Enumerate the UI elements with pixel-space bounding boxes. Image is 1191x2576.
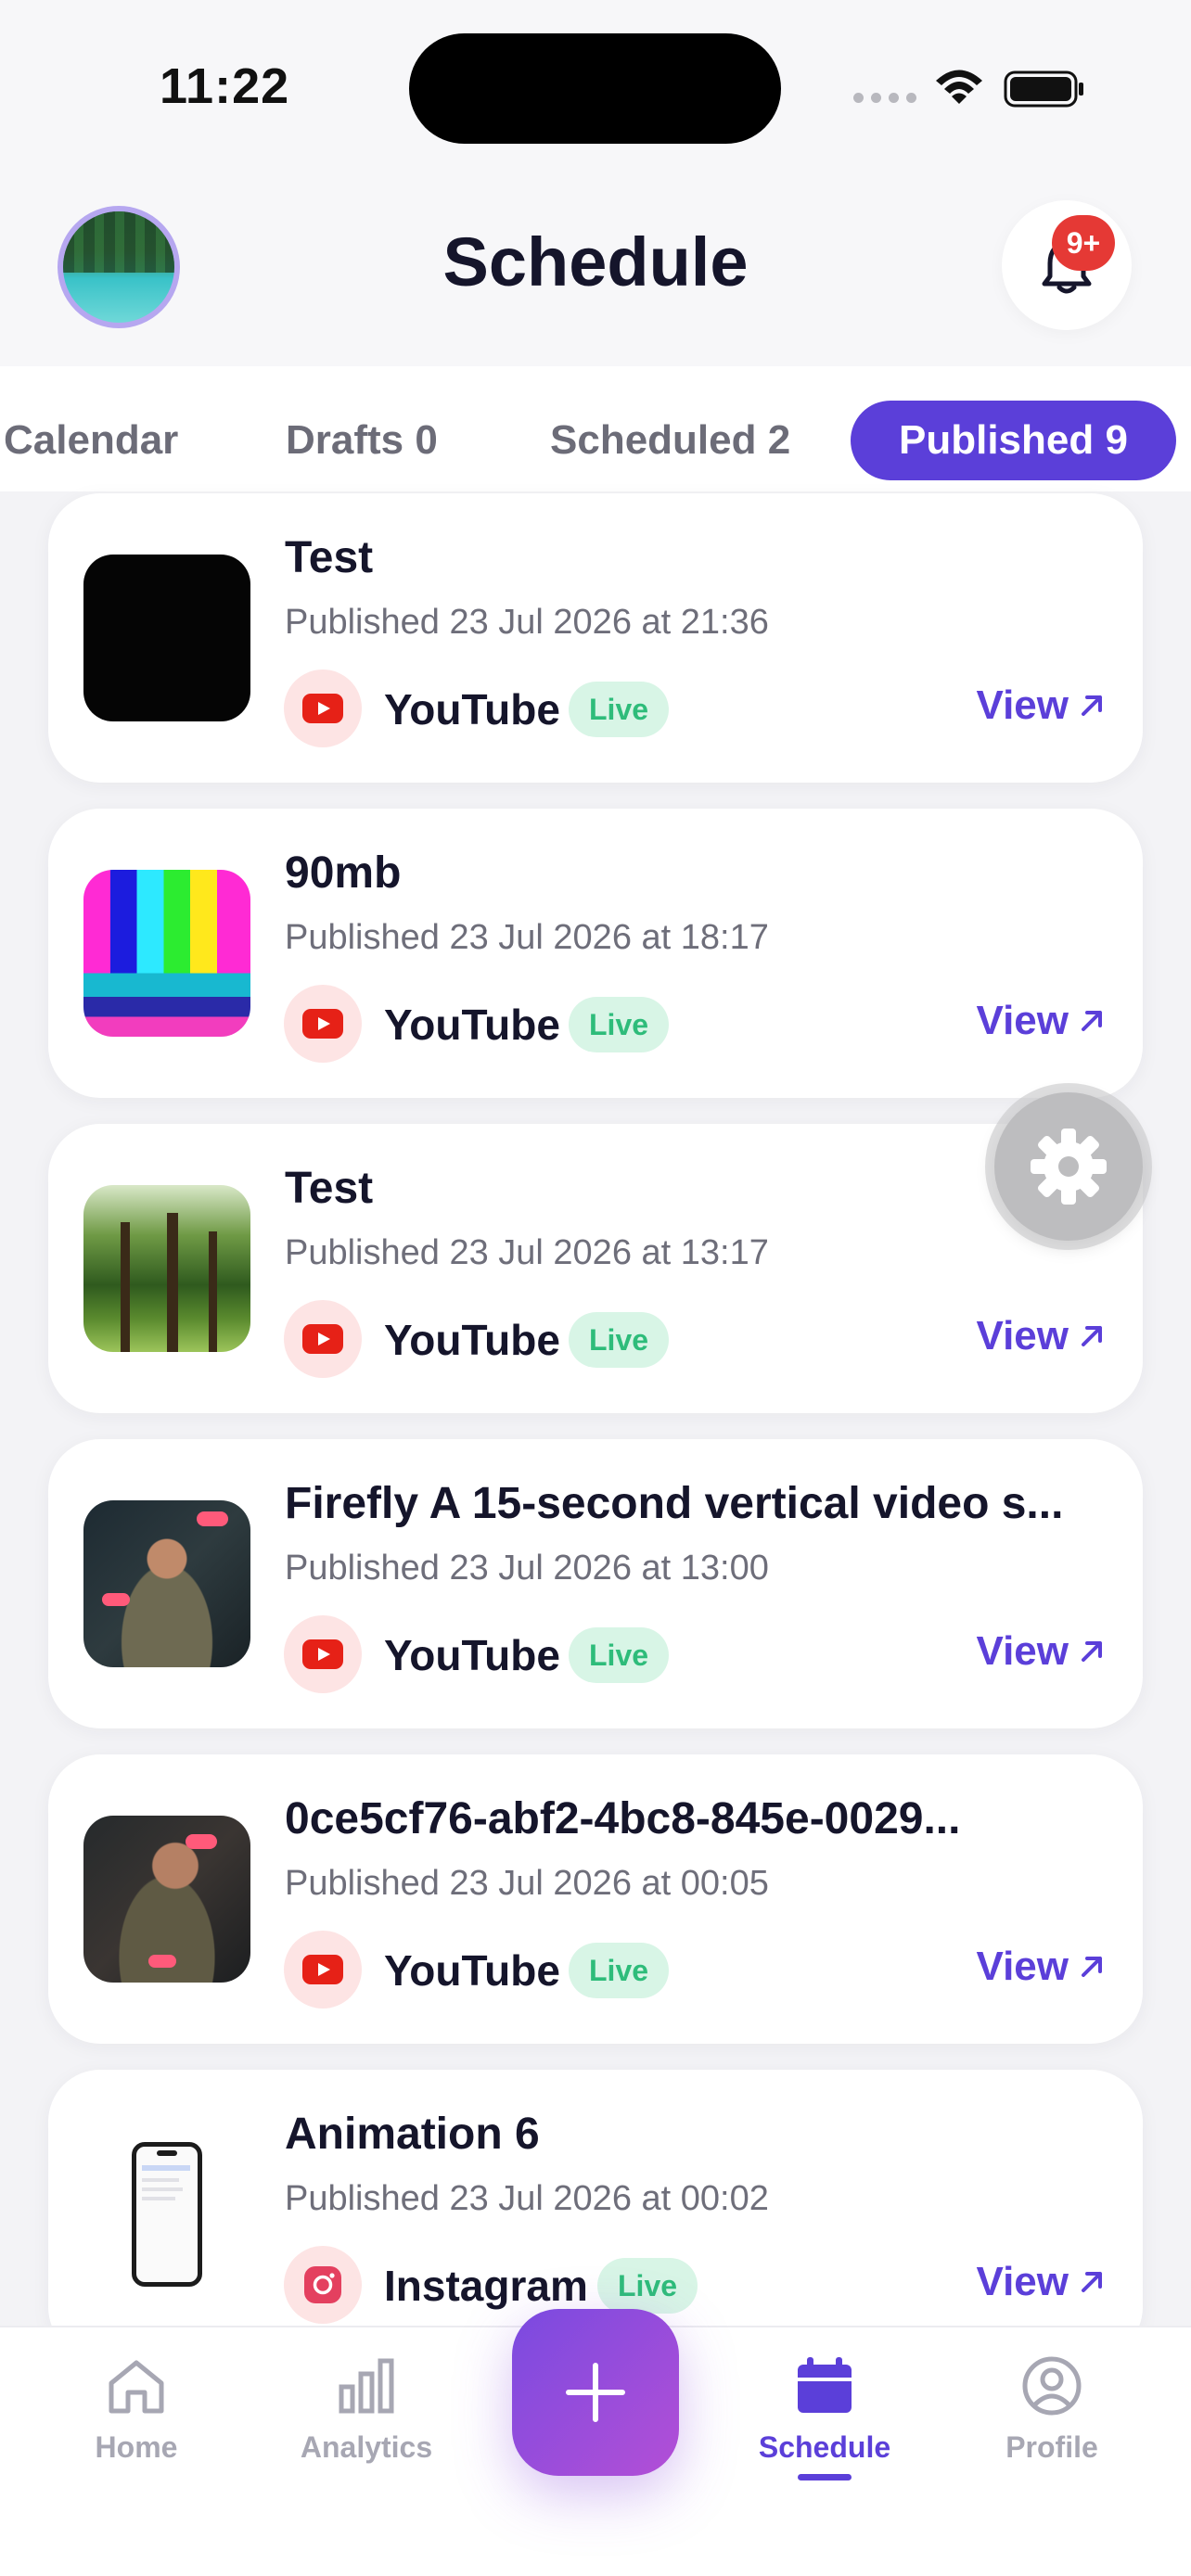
youtube-icon — [284, 985, 362, 1063]
post-date: Published 23 Jul 2026 at 21:36 — [285, 603, 769, 642]
post-thumbnail — [83, 870, 250, 1037]
nav-label: Schedule — [758, 2430, 891, 2464]
create-post-button[interactable] — [512, 2309, 679, 2476]
profile-icon — [1022, 2356, 1082, 2416]
youtube-icon — [284, 1931, 362, 2009]
arrow-up-right-icon — [1082, 1641, 1102, 1662]
view-label: View — [976, 998, 1069, 1043]
battery-icon — [1004, 70, 1083, 108]
nav-home[interactable]: Home — [44, 2355, 229, 2465]
instagram-icon — [284, 2246, 362, 2324]
post-date: Published 23 Jul 2026 at 13:17 — [285, 1233, 769, 1272]
view-label: View — [976, 682, 1069, 728]
platform-name: YouTube — [384, 1316, 560, 1364]
live-badge: Live — [569, 682, 670, 737]
nav-label: Home — [95, 2430, 178, 2464]
post-card[interactable]: 0ce5cf76-abf2-4bc8-845e-0029... Publishe… — [48, 1754, 1143, 2044]
post-title: 90mb — [285, 848, 402, 898]
tab-drafts[interactable]: Drafts 0 — [286, 401, 438, 480]
post-date: Published 23 Jul 2026 at 13:00 — [285, 1549, 769, 1588]
live-badge: Live — [569, 1627, 670, 1683]
view-label: View — [976, 2259, 1069, 2304]
tab-calendar[interactable]: Calendar — [4, 401, 178, 480]
active-tab-indicator — [798, 2474, 852, 2480]
post-card[interactable]: Test Published 23 Jul 2026 at 13:17 YouT… — [48, 1124, 1143, 1413]
arrow-up-right-icon — [1082, 1957, 1102, 1977]
platform-name: YouTube — [384, 1631, 560, 1679]
post-thumbnail — [83, 1816, 250, 1983]
post-card[interactable]: Firefly A 15-second vertical video s... … — [48, 1439, 1143, 1728]
nav-profile[interactable]: Profile — [959, 2355, 1145, 2465]
view-link[interactable]: View — [977, 1628, 1106, 1675]
plus-icon — [566, 2363, 625, 2422]
platform-name: Instagram — [384, 2262, 588, 2310]
post-thumbnail — [83, 1500, 250, 1667]
arrow-up-right-icon — [1082, 1326, 1102, 1346]
nav-schedule[interactable]: Schedule — [732, 2355, 917, 2465]
dynamic-island — [409, 33, 781, 144]
nav-label: Analytics — [300, 2430, 433, 2464]
post-card[interactable]: Test Published 23 Jul 2026 at 21:36 YouT… — [48, 493, 1143, 783]
settings-floating-button[interactable] — [994, 1092, 1143, 1241]
youtube-icon — [284, 1300, 362, 1378]
cellular-signal-icon — [853, 93, 916, 103]
post-title: 0ce5cf76-abf2-4bc8-845e-0029... — [285, 1794, 961, 1843]
platform-name: YouTube — [384, 1001, 560, 1049]
platform-name: YouTube — [384, 685, 560, 733]
live-badge: Live — [569, 1312, 670, 1368]
wifi-icon — [936, 70, 982, 104]
analytics-icon — [339, 2358, 394, 2414]
platform-name: YouTube — [384, 1946, 560, 1995]
post-date: Published 23 Jul 2026 at 00:02 — [285, 2179, 769, 2218]
tab-published[interactable]: Published 9 — [851, 401, 1176, 480]
view-label: View — [976, 1628, 1069, 1674]
arrow-up-right-icon — [1082, 1011, 1102, 1031]
post-title: Animation 6 — [285, 2110, 540, 2159]
view-label: View — [976, 1944, 1069, 1989]
gear-icon — [1031, 1129, 1107, 1205]
arrow-up-right-icon — [1082, 2272, 1102, 2292]
home-icon — [109, 2360, 164, 2414]
tab-scheduled[interactable]: Scheduled 2 — [550, 401, 790, 480]
view-link[interactable]: View — [977, 682, 1106, 729]
status-bar: 11:22 — [0, 0, 1191, 176]
view-link[interactable]: View — [977, 1313, 1106, 1359]
post-date: Published 23 Jul 2026 at 00:05 — [285, 1864, 769, 1903]
live-badge: Live — [597, 2258, 698, 2314]
view-link[interactable]: View — [977, 998, 1106, 1044]
calendar-icon — [798, 2357, 852, 2413]
post-date: Published 23 Jul 2026 at 18:17 — [285, 918, 769, 957]
post-thumbnail — [83, 1185, 250, 1352]
arrow-up-right-icon — [1082, 695, 1102, 716]
post-thumbnail — [83, 2131, 250, 2298]
post-title: Firefly A 15-second vertical video s... — [285, 1479, 1064, 1528]
view-label: View — [976, 1313, 1069, 1358]
live-badge: Live — [569, 997, 670, 1052]
nav-analytics[interactable]: Analytics — [274, 2355, 459, 2465]
view-link[interactable]: View — [977, 1944, 1106, 1990]
nav-label: Profile — [1005, 2430, 1098, 2464]
youtube-icon — [284, 1615, 362, 1693]
status-time: 11:22 — [160, 58, 290, 114]
post-card[interactable]: 90mb Published 23 Jul 2026 at 18:17 YouT… — [48, 809, 1143, 1098]
view-link[interactable]: View — [977, 2259, 1106, 2305]
youtube-icon — [284, 670, 362, 747]
post-title: Test — [285, 533, 374, 582]
post-thumbnail — [83, 555, 250, 721]
notification-badge: 9+ — [1052, 215, 1115, 271]
live-badge: Live — [569, 1943, 670, 1998]
